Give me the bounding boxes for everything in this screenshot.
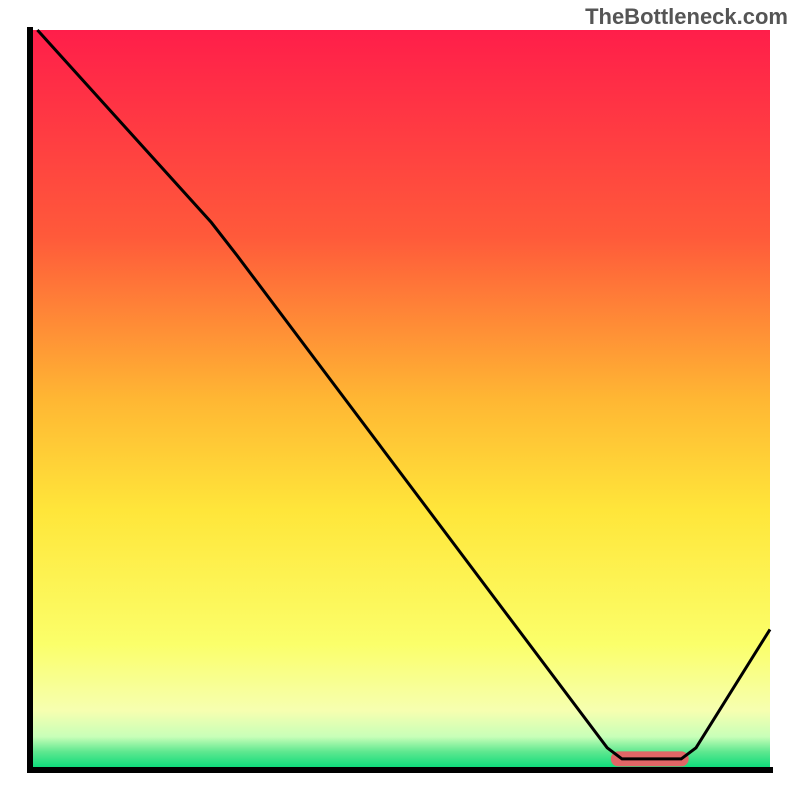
watermark-label: TheBottleneck.com [585, 4, 788, 30]
chart-container: TheBottleneck.com [0, 0, 800, 800]
bottleneck-chart [0, 0, 800, 800]
gradient-background [30, 30, 770, 770]
plot-area [30, 30, 770, 770]
